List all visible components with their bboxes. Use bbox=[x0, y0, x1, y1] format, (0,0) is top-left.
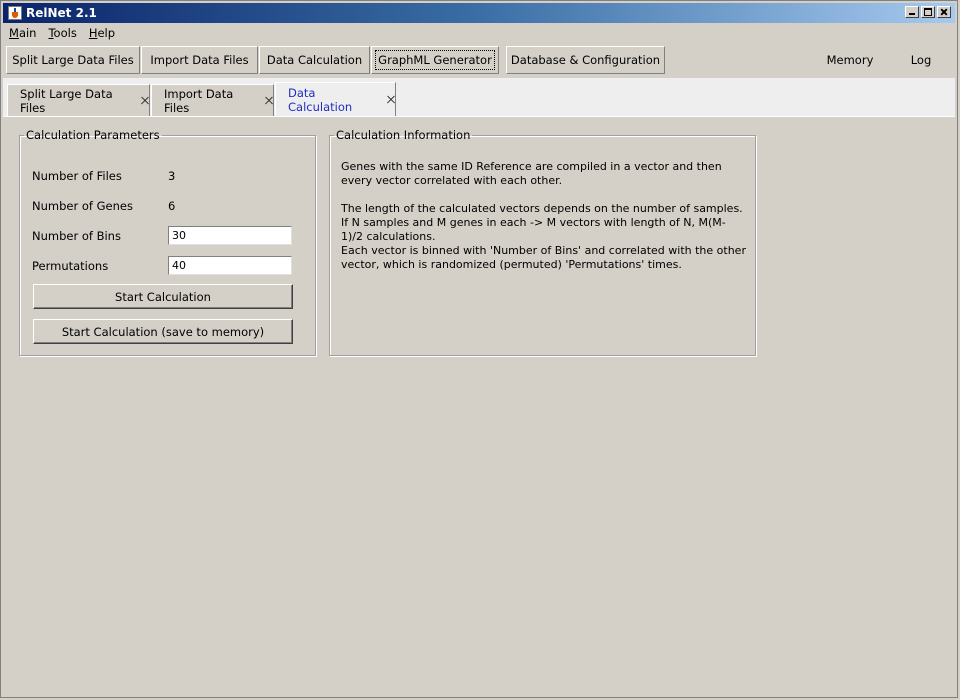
tab-data-calculation[interactable]: Data Calculation bbox=[275, 82, 396, 116]
tab-close-icon[interactable] bbox=[264, 96, 273, 106]
calculation-parameters-group: Calculation Parameters Number of Files 3… bbox=[19, 128, 316, 356]
start-calculation-memory-button[interactable]: Start Calculation (save to memory) bbox=[33, 319, 293, 344]
minimize-icon[interactable] bbox=[905, 6, 919, 18]
title-bar[interactable]: RelNet 2.1 bbox=[3, 3, 955, 23]
number-of-bins-label: Number of Bins bbox=[32, 229, 121, 243]
number-of-genes-value: 6 bbox=[168, 199, 176, 213]
permutations-label: Permutations bbox=[32, 259, 109, 273]
calculation-information-group: Calculation Information Genes with the s… bbox=[329, 128, 756, 356]
database-configuration-button[interactable]: Database & Configuration bbox=[506, 46, 665, 74]
app-window: RelNet 2.1 Main Tools Help Split Large D… bbox=[0, 0, 958, 698]
info-paragraph: The length of the calculated vectors dep… bbox=[341, 202, 743, 243]
close-icon[interactable] bbox=[937, 6, 951, 18]
menu-tools[interactable]: Tools bbox=[42, 26, 82, 40]
tab-label: Data Calculation bbox=[288, 85, 353, 114]
menu-bar: Main Tools Help bbox=[3, 24, 121, 42]
info-paragraph: Genes with the same ID Reference are com… bbox=[341, 160, 722, 187]
number-of-files-value: 3 bbox=[168, 169, 176, 183]
permutations-field[interactable] bbox=[168, 256, 292, 275]
menu-main[interactable]: Main bbox=[3, 26, 42, 40]
maximize-icon[interactable] bbox=[921, 6, 935, 18]
graphml-generator-button[interactable]: GraphML Generator bbox=[371, 46, 499, 74]
tab-split-large-data-files[interactable]: Split Large Data Files bbox=[7, 84, 150, 116]
tab-close-icon[interactable] bbox=[386, 95, 395, 105]
tab-strip: Split Large Data Files Import Data Files… bbox=[3, 78, 955, 116]
java-app-icon bbox=[8, 6, 22, 20]
tab-label: Split Large Data Files bbox=[20, 86, 113, 115]
log-button[interactable]: Log bbox=[896, 46, 946, 74]
data-calculation-button[interactable]: Data Calculation bbox=[259, 46, 370, 74]
info-paragraph: Each vector is binned with 'Number of Bi… bbox=[341, 244, 746, 271]
number-of-bins-field[interactable] bbox=[168, 226, 292, 245]
calculation-information-legend: Calculation Information bbox=[336, 128, 471, 142]
number-of-files-label: Number of Files bbox=[32, 169, 122, 183]
import-files-button[interactable]: Import Data Files bbox=[141, 46, 258, 74]
window-controls bbox=[905, 6, 951, 18]
toolbar: Split Large Data Files Import Data Files… bbox=[3, 43, 955, 77]
menu-help[interactable]: Help bbox=[83, 26, 121, 40]
number-of-genes-label: Number of Genes bbox=[32, 199, 133, 213]
calculation-parameters-legend: Calculation Parameters bbox=[26, 128, 160, 142]
tab-label: Import Data Files bbox=[164, 86, 234, 115]
window-title: RelNet 2.1 bbox=[26, 6, 97, 20]
tab-close-icon[interactable] bbox=[140, 96, 149, 106]
split-files-button[interactable]: Split Large Data Files bbox=[6, 46, 140, 74]
tab-import-data-files[interactable]: Import Data Files bbox=[151, 84, 274, 116]
memory-button[interactable]: Memory bbox=[818, 46, 882, 74]
start-calculation-button[interactable]: Start Calculation bbox=[33, 284, 293, 309]
data-calculation-panel: Calculation Parameters Number of Files 3… bbox=[3, 116, 955, 695]
